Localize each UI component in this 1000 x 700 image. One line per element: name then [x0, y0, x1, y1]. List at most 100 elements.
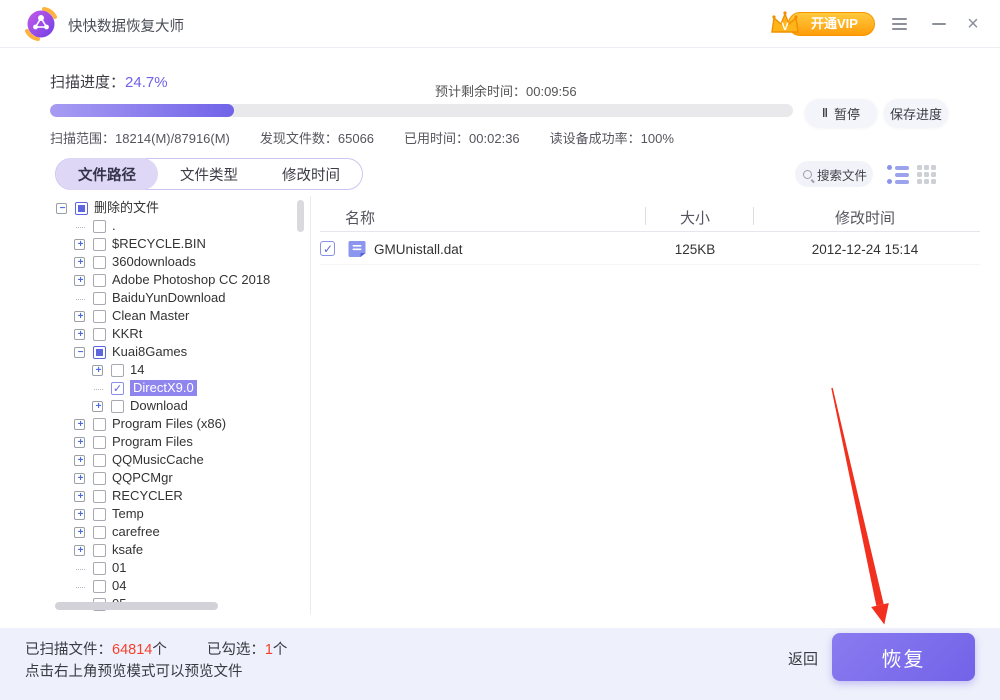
close-icon[interactable]: × [956, 0, 990, 48]
tree-item[interactable]: 360downloads [42, 253, 292, 271]
tree-checkbox[interactable] [93, 220, 106, 233]
tree-expander-icon[interactable] [74, 527, 85, 538]
tree-checkbox[interactable] [93, 292, 106, 305]
tree-item[interactable]: Clean Master [42, 307, 292, 325]
tree-expander-icon[interactable] [56, 203, 67, 214]
tree-expander-icon[interactable] [74, 221, 85, 232]
tree-expander-icon[interactable] [74, 275, 85, 286]
tree-item[interactable]: 04 [42, 577, 292, 595]
tree-item[interactable]: BaiduYunDownload [42, 289, 292, 307]
tree-item[interactable]: DirectX9.0 [42, 379, 292, 397]
progress-bar-fill [50, 104, 234, 117]
tree-expander-icon[interactable] [92, 383, 103, 394]
tree-expander-icon[interactable] [74, 347, 85, 358]
tree-item[interactable]: QQPCMgr [42, 469, 292, 487]
tree-expander-icon[interactable] [74, 311, 85, 322]
tree-expander-icon[interactable] [74, 491, 85, 502]
tree-checkbox[interactable] [93, 562, 106, 575]
tree-horizontal-scrollbar[interactable] [55, 602, 218, 610]
tree-checkbox[interactable] [93, 418, 106, 431]
tree-expander-icon[interactable] [74, 455, 85, 466]
column-header-name[interactable]: 名称 [345, 207, 375, 228]
search-input[interactable]: 搜索文件 [795, 161, 873, 187]
tree-vertical-scrollbar[interactable] [297, 200, 304, 232]
tree-checkbox[interactable] [93, 472, 106, 485]
tree-item[interactable]: 01 [42, 559, 292, 577]
recover-button[interactable]: 恢复 [832, 633, 975, 681]
tree-checkbox[interactable] [93, 328, 106, 341]
save-progress-button[interactable]: 保存进度 [884, 99, 948, 127]
tree-item[interactable]: carefree [42, 523, 292, 541]
tree-item[interactable]: $RECYCLE.BIN [42, 235, 292, 253]
tree-expander-icon[interactable] [74, 419, 85, 430]
file-size: 125KB [640, 242, 750, 257]
tree-expander-icon[interactable] [74, 239, 85, 250]
tree-checkbox[interactable] [93, 274, 106, 287]
tree-expander-icon[interactable] [74, 329, 85, 340]
tree-item[interactable]: 14 [42, 361, 292, 379]
scan-progress-label: 扫描进度：24.7% [50, 71, 168, 92]
tree-checkbox[interactable] [93, 454, 106, 467]
tree-checkbox[interactable] [93, 508, 106, 521]
tree-checkbox[interactable] [93, 310, 106, 323]
tree-expander-icon[interactable] [74, 563, 85, 574]
tree-checkbox[interactable] [111, 382, 124, 395]
tree-checkbox[interactable] [93, 544, 106, 557]
tree-item[interactable]: RECYCLER [42, 487, 292, 505]
tree-item[interactable]: KKRt [42, 325, 292, 343]
tree-checkbox[interactable] [111, 364, 124, 377]
tree-item[interactable]: 删除的文件 [42, 199, 292, 217]
column-header-modified[interactable]: 修改时间 [775, 207, 955, 228]
tab[interactable]: 文件路径 [56, 158, 158, 190]
tree-checkbox[interactable] [111, 400, 124, 413]
open-vip-button[interactable]: V 开通VIP [768, 11, 875, 37]
scanned-files-unit: 个 [152, 642, 167, 658]
scan-stats: 扫描范围：18214(M)/87916(M) 发现文件数：65066 已用时间：… [50, 128, 674, 147]
scanned-files-count: 64814 [112, 642, 152, 658]
tree-item[interactable]: Program Files (x86) [42, 415, 292, 433]
minimize-icon[interactable] [922, 0, 956, 48]
tree-item[interactable]: QQMusicCache [42, 451, 292, 469]
search-icon [803, 170, 812, 179]
back-button[interactable]: 返回 [788, 648, 818, 669]
tab[interactable]: 文件类型 [158, 158, 260, 190]
stat-files-found: 发现文件数：65066 [260, 128, 374, 147]
column-header-size[interactable]: 大小 [640, 207, 750, 228]
tree-item-label: 删除的文件 [94, 200, 159, 216]
tab[interactable]: 修改时间 [260, 158, 362, 190]
tree-expander-icon[interactable] [92, 365, 103, 376]
scan-progress-text: 扫描进度： [50, 74, 125, 91]
tree-expander-icon[interactable] [74, 581, 85, 592]
tree-expander-icon[interactable] [74, 257, 85, 268]
tree-item[interactable]: ksafe [42, 541, 292, 559]
tree-checkbox[interactable] [93, 436, 106, 449]
stat-elapsed-time: 已用时间：00:02:36 [404, 128, 520, 147]
pause-button[interactable]: ‖ 暂停 [805, 99, 877, 127]
tree-item[interactable]: Download [42, 397, 292, 415]
tree-checkbox[interactable] [93, 256, 106, 269]
tree-item[interactable]: Adobe Photoshop CC 2018 [42, 271, 292, 289]
tree-checkbox[interactable] [93, 580, 106, 593]
file-row[interactable]: GMUnistall.dat 125KB 2012-12-24 15:14 [320, 233, 980, 265]
tree-expander-icon[interactable] [74, 293, 85, 304]
tree-item-label: Temp [112, 506, 144, 522]
list-view-icon[interactable] [887, 165, 911, 185]
tree-item[interactable]: Program Files [42, 433, 292, 451]
tree-checkbox[interactable] [93, 346, 106, 359]
tree-item[interactable]: . [42, 217, 292, 235]
tree-checkbox[interactable] [93, 238, 106, 251]
tree-item[interactable]: Temp [42, 505, 292, 523]
tree-expander-icon[interactable] [74, 437, 85, 448]
tree-expander-icon[interactable] [74, 509, 85, 520]
tree-expander-icon[interactable] [92, 401, 103, 412]
tree-checkbox[interactable] [93, 526, 106, 539]
tree-checkbox[interactable] [93, 490, 106, 503]
tree-expander-icon[interactable] [74, 545, 85, 556]
menu-icon[interactable] [882, 0, 916, 48]
tree-checkbox[interactable] [75, 202, 88, 215]
panel-divider [310, 196, 311, 614]
tree-item[interactable]: Kuai8Games [42, 343, 292, 361]
file-checkbox[interactable] [320, 241, 335, 256]
tree-expander-icon[interactable] [74, 473, 85, 484]
grid-view-icon[interactable] [917, 165, 939, 185]
